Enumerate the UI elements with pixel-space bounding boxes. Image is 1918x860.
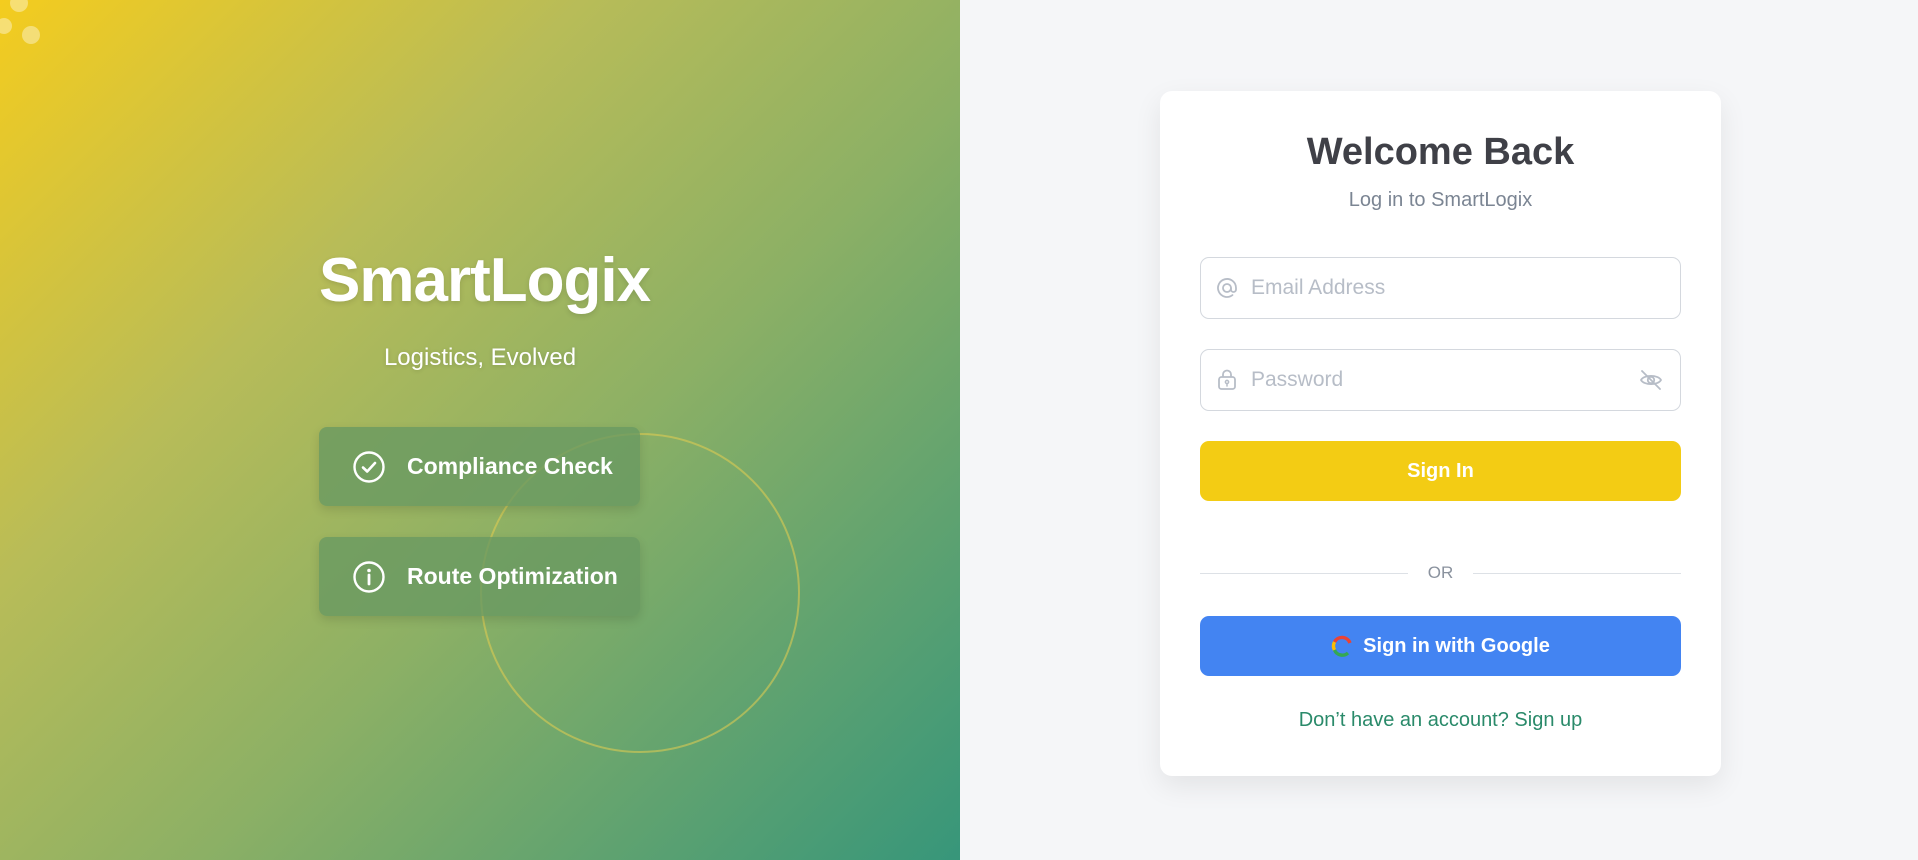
hero-panel: SmartLogix Logistics, Evolved Compliance…: [0, 0, 960, 860]
divider-line: [1473, 572, 1681, 574]
feature-route-optimization[interactable]: Route Optimization: [319, 537, 640, 616]
or-label: OR: [1427, 563, 1454, 582]
decorative-dot: [0, 18, 12, 34]
eye-off-icon[interactable]: [1636, 365, 1666, 395]
password-field[interactable]: [1200, 349, 1681, 411]
google-icon: [1331, 635, 1352, 657]
at-sign-icon: [1215, 276, 1239, 300]
feature-label: Route Optimization: [407, 563, 618, 589]
login-subtitle: Log in to SmartLogix: [1348, 189, 1533, 211]
decorative-dot: [10, 0, 28, 12]
brand-tagline: Logistics, Evolved: [383, 344, 577, 371]
decorative-dot: [22, 26, 40, 44]
email-field[interactable]: [1200, 257, 1681, 319]
brand-title: SmartLogix: [319, 246, 651, 315]
email-input[interactable]: [1251, 258, 1680, 318]
sign-up-link[interactable]: Don’t have an account? Sign up: [1160, 709, 1721, 732]
check-circle-icon: [351, 449, 387, 485]
login-title: Welcome Back: [1306, 131, 1575, 173]
sign-in-button[interactable]: Sign In: [1200, 441, 1681, 501]
divider-line: [1200, 572, 1408, 574]
login-card: Welcome Back Log in to SmartLogix Email …: [1160, 91, 1721, 776]
or-divider: OR: [1200, 563, 1681, 583]
google-sign-in-button[interactable]: Sign in with Google: [1200, 616, 1681, 676]
info-circle-icon: [351, 559, 387, 595]
google-button-label: Sign in with Google: [1363, 634, 1550, 657]
feature-label: Compliance Check: [407, 453, 613, 479]
feature-compliance-check[interactable]: Compliance Check: [319, 427, 640, 506]
lock-icon: [1215, 368, 1239, 392]
password-input[interactable]: [1251, 350, 1636, 410]
